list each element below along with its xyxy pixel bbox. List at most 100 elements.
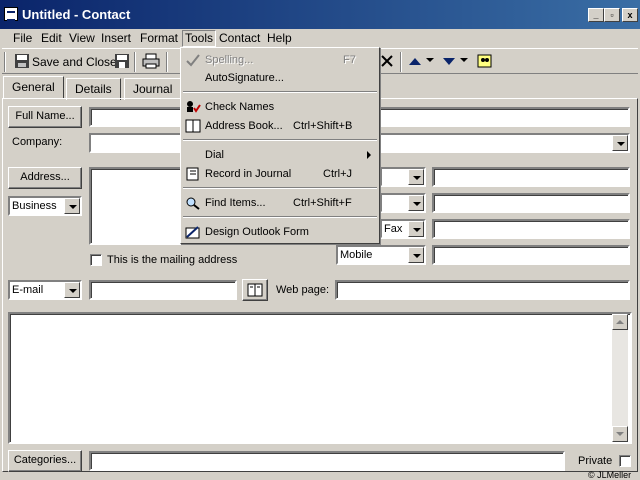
menu-separator <box>183 139 377 141</box>
menu-item-find-items[interactable]: Find Items... Ctrl+Shift+F <box>181 194 377 212</box>
toolbar-grip <box>4 52 6 72</box>
email-type-value: E-mail <box>12 284 44 296</box>
tab-details[interactable]: Details <box>66 78 121 100</box>
email-type-arrow[interactable] <box>64 282 80 298</box>
menu-item-check-names[interactable]: Check Names <box>181 98 377 116</box>
menu-item-record-journal[interactable]: Record in Journal Ctrl+J <box>181 165 377 183</box>
record-journal-shortcut: Ctrl+J <box>323 168 353 180</box>
design-form-icon <box>185 226 200 239</box>
previous-dropdown-icon[interactable] <box>426 58 434 64</box>
phone-input-1[interactable] <box>432 167 630 187</box>
address-book-menu-icon <box>185 119 201 133</box>
spelling-shortcut: F7 <box>343 54 356 66</box>
restore-button[interactable]: ▫ <box>604 8 620 22</box>
phone-input-4[interactable] <box>432 245 630 265</box>
phone-type-select-2[interactable] <box>380 193 426 213</box>
next-item-icon[interactable] <box>442 55 456 67</box>
phone-type-mobile-value: Mobile <box>340 249 373 261</box>
save-disk-icon[interactable] <box>114 53 130 69</box>
phone-type-select-4[interactable]: Mobile <box>336 245 426 265</box>
previous-item-icon[interactable] <box>408 55 422 67</box>
toolbar-separator <box>166 52 168 72</box>
phone-type-select-1[interactable] <box>380 167 426 187</box>
menu-help[interactable]: Help <box>264 30 295 47</box>
company-dropdown-arrow[interactable] <box>612 135 628 151</box>
spelling-icon <box>186 54 200 67</box>
menu-item-address-book[interactable]: Address Book... Ctrl+Shift+B <box>181 117 377 135</box>
autosignature-label: AutoSignature... <box>205 72 284 84</box>
next-dropdown-icon[interactable] <box>460 58 468 64</box>
address-button[interactable]: Address... <box>8 167 82 189</box>
mailing-address-checkbox[interactable] <box>90 254 102 266</box>
email-type-select[interactable]: E-mail <box>8 280 82 300</box>
contact-app-icon[interactable] <box>4 7 18 21</box>
menu-contact[interactable]: Contact <box>216 30 263 47</box>
company-label: Company: <box>12 136 63 148</box>
menu-format[interactable]: Format <box>137 30 181 47</box>
find-items-shortcut: Ctrl+Shift+F <box>293 197 352 209</box>
categories-input[interactable] <box>89 451 565 471</box>
web-page-label: Web page: <box>276 284 330 296</box>
mailing-address-label: This is the mailing address <box>107 254 238 266</box>
address-book-label: Address Book... <box>205 120 283 132</box>
address-type-value: Business <box>12 200 57 212</box>
menu-item-dial[interactable]: Dial <box>181 146 377 164</box>
record-journal-label: Record in Journal <box>205 168 292 180</box>
scroll-down-button[interactable] <box>612 426 628 442</box>
scroll-up-button[interactable] <box>612 314 628 330</box>
save-icon <box>15 54 29 68</box>
menu-item-autosignature[interactable]: AutoSignature... <box>181 69 377 87</box>
watermark: © JLMeller <box>588 470 632 480</box>
address-type-select[interactable]: Business <box>8 196 82 216</box>
tab-journal[interactable]: Journal <box>124 78 182 100</box>
dial-label: Dial <box>205 149 224 161</box>
menu-separator <box>183 187 377 189</box>
address-book-icon <box>247 283 263 297</box>
close-button[interactable]: x <box>622 8 638 22</box>
phone-type-select-3[interactable]: Fax <box>380 219 426 239</box>
phone-type-arrow-3[interactable] <box>408 221 424 237</box>
web-page-input[interactable] <box>335 280 630 300</box>
design-form-label: Design Outlook Form <box>205 226 309 238</box>
notes-textarea[interactable] <box>8 312 632 444</box>
minimize-button[interactable]: _ <box>588 8 604 22</box>
menu-separator <box>183 91 377 93</box>
print-icon[interactable] <box>142 53 160 69</box>
phone-type-arrow-1[interactable] <box>408 169 424 185</box>
journal-icon <box>186 167 199 181</box>
notes-scrollbar[interactable] <box>612 314 628 442</box>
spelling-label: Spelling... <box>205 54 254 66</box>
menu-tools[interactable]: Tools <box>182 30 217 47</box>
toolbar-separator <box>134 52 136 72</box>
check-names-icon <box>187 101 201 113</box>
private-checkbox[interactable] <box>619 455 631 467</box>
address-book-shortcut: Ctrl+Shift+B <box>293 120 353 132</box>
phone-type-arrow-2[interactable] <box>408 195 424 211</box>
address-type-arrow[interactable] <box>64 198 80 214</box>
check-names-label: Check Names <box>205 101 275 113</box>
phone-input-3[interactable] <box>432 219 630 239</box>
address-book-button[interactable] <box>242 279 268 301</box>
menu-item-spelling[interactable]: Spelling... F7 <box>181 51 377 69</box>
email-input[interactable] <box>89 280 237 300</box>
menu-insert[interactable]: Insert <box>98 30 134 47</box>
menu-edit[interactable]: Edit <box>38 30 65 47</box>
tab-general[interactable]: General <box>3 76 64 98</box>
toolbar-separator <box>400 52 402 72</box>
menu-file[interactable]: File <box>10 30 35 47</box>
phone-input-2[interactable] <box>432 193 630 213</box>
save-and-close-button[interactable]: Save and Close <box>32 55 117 69</box>
office-assistant-icon[interactable] <box>476 52 494 70</box>
menu-item-design-form[interactable]: Design Outlook Form <box>181 223 377 241</box>
find-items-label: Find Items... <box>205 197 266 209</box>
menu-separator <box>183 216 377 218</box>
find-items-icon <box>186 197 200 210</box>
delete-icon[interactable] <box>380 53 394 69</box>
menu-view[interactable]: View <box>66 30 98 47</box>
categories-button[interactable]: Categories... <box>8 450 82 472</box>
menu-bar: File Edit View Insert Format Tools Conta… <box>0 29 640 47</box>
title-bar: Untitled - Contact _ ▫ x <box>0 0 640 29</box>
full-name-button[interactable]: Full Name... <box>8 106 82 128</box>
phone-type-arrow-4[interactable] <box>408 247 424 263</box>
submenu-arrow-icon <box>367 151 371 159</box>
